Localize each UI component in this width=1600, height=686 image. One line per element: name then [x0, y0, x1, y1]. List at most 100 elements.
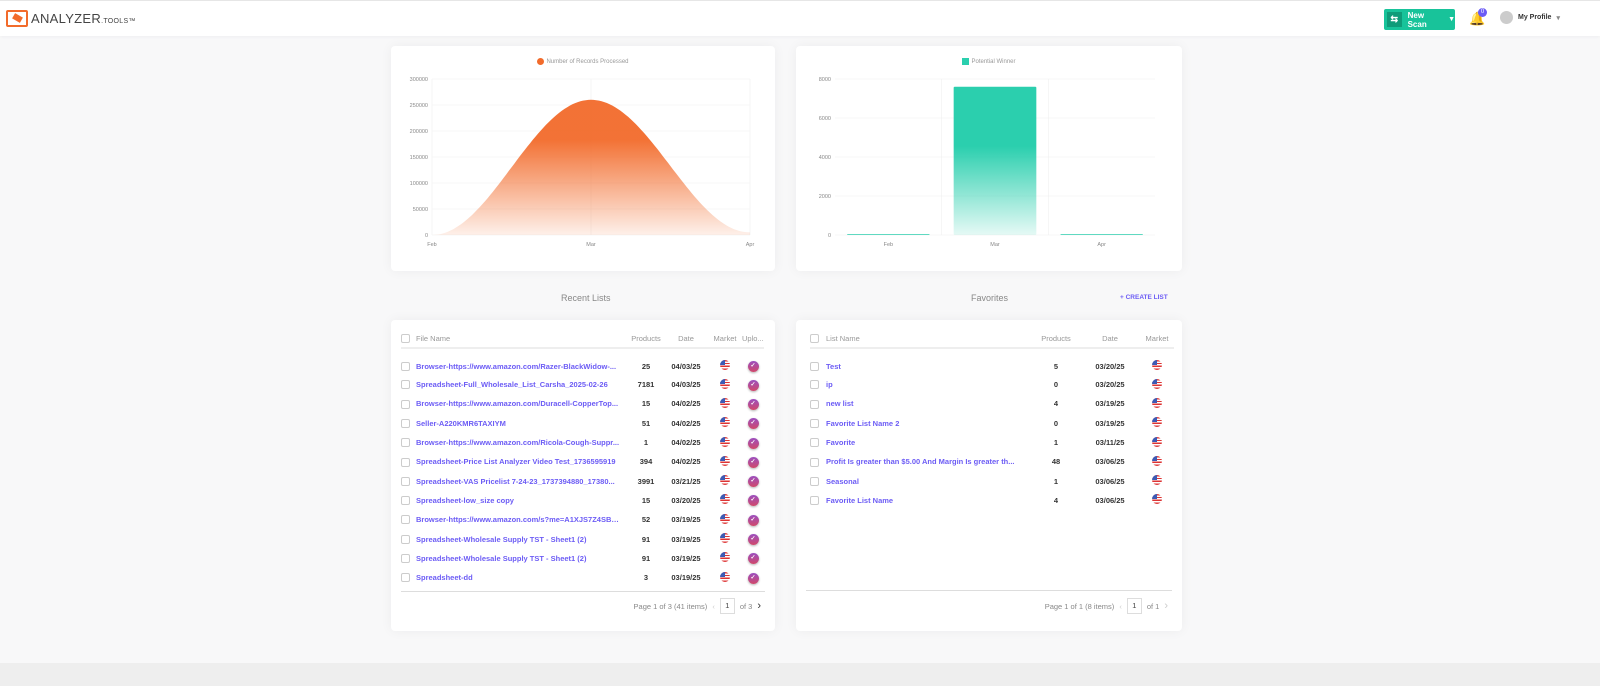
list-name-link[interactable]: Seasonal [826, 471, 1032, 490]
col-market[interactable]: Market [1140, 330, 1174, 349]
row-checkbox[interactable] [401, 529, 416, 548]
table-row[interactable]: Spreadsheet-VAS Pricelist 7-24-23_173739… [401, 471, 764, 490]
list-name[interactable]: Favorite List Name 2 [826, 419, 1018, 428]
list-name-link[interactable]: ip [826, 375, 1032, 394]
col-file-name[interactable]: File Name [416, 330, 628, 349]
list-name-link[interactable]: Spreadsheet-Wholesale Supply TST - Sheet… [416, 549, 628, 568]
row-checkbox[interactable] [401, 394, 416, 413]
row-checkbox[interactable] [810, 394, 826, 413]
row-checkbox[interactable] [810, 375, 826, 394]
select-all-checkbox[interactable] [401, 330, 416, 349]
list-name-link[interactable]: Profit Is greater than $5.00 And Margin … [826, 452, 1032, 471]
row-checkbox[interactable] [810, 452, 826, 471]
list-name[interactable]: new list [826, 399, 1018, 408]
list-name-link[interactable]: Spreadsheet-Price List Analyzer Video Te… [416, 452, 628, 471]
list-name-link[interactable]: Favorite [826, 433, 1032, 452]
row-checkbox[interactable] [401, 375, 416, 394]
list-name[interactable]: Test [826, 362, 1018, 371]
table-row[interactable]: Profit Is greater than $5.00 And Margin … [810, 452, 1174, 471]
prev-page-icon[interactable]: ‹ [1119, 602, 1122, 611]
table-row[interactable]: Seller-A220KMR6TAXIYM 51 04/02/25 ✓ [401, 414, 764, 433]
list-name[interactable]: Profit Is greater than $5.00 And Margin … [826, 457, 1018, 466]
col-date[interactable]: Date [664, 330, 708, 349]
list-name[interactable]: Spreadsheet-VAS Pricelist 7-24-23_173739… [416, 477, 621, 486]
row-checkbox[interactable] [401, 414, 416, 433]
list-name-link[interactable]: Browser-https://www.amazon.com/s?me=A1XJ… [416, 510, 628, 529]
next-page-icon[interactable]: › [757, 600, 761, 612]
row-checkbox[interactable] [810, 348, 826, 375]
list-name-link[interactable]: Spreadsheet-VAS Pricelist 7-24-23_173739… [416, 471, 628, 490]
create-list-button[interactable]: + CREATE LIST [1120, 294, 1168, 301]
list-name[interactable]: Favorite [826, 438, 1018, 447]
col-date[interactable]: Date [1080, 330, 1140, 349]
row-checkbox[interactable] [401, 348, 416, 375]
row-checkbox[interactable] [401, 549, 416, 568]
row-checkbox[interactable] [401, 568, 416, 587]
list-name-link[interactable]: Spreadsheet-Wholesale Supply TST - Sheet… [416, 529, 628, 548]
page-input[interactable]: 1 [1126, 598, 1142, 614]
profile-menu[interactable]: My Profile ▾ [1500, 11, 1560, 24]
list-name[interactable]: Browser-https://www.amazon.com/Razer-Bla… [416, 362, 621, 371]
table-row[interactable]: Test 5 03/20/25 [810, 348, 1174, 375]
list-name-link[interactable]: Seller-A220KMR6TAXIYM [416, 414, 628, 433]
table-row[interactable]: Browser-https://www.amazon.com/Duracell-… [401, 394, 764, 413]
list-name[interactable]: Browser-https://www.amazon.com/s?me=A1XJ… [416, 515, 621, 524]
table-row[interactable]: Browser-https://www.amazon.com/s?me=A1XJ… [401, 510, 764, 529]
list-name-link[interactable]: Favorite List Name [826, 491, 1032, 510]
logo[interactable]: ANALYZER.TOOLS™ [6, 10, 136, 27]
table-row[interactable]: Browser-https://www.amazon.com/Ricola-Co… [401, 433, 764, 452]
list-name[interactable]: Spreadsheet-Wholesale Supply TST - Sheet… [416, 535, 621, 544]
row-checkbox[interactable] [810, 433, 826, 452]
row-checkbox[interactable] [810, 491, 826, 510]
table-row[interactable]: Spreadsheet-Wholesale Supply TST - Sheet… [401, 529, 764, 548]
table-row[interactable]: Browser-https://www.amazon.com/Razer-Bla… [401, 348, 764, 375]
table-row[interactable]: Favorite List Name 4 03/06/25 [810, 491, 1174, 510]
list-name[interactable]: Favorite List Name [826, 496, 1018, 505]
table-row[interactable]: new list 4 03/19/25 [810, 394, 1174, 413]
list-name[interactable]: Seasonal [826, 477, 1018, 486]
list-name[interactable]: Browser-https://www.amazon.com/Duracell-… [416, 399, 621, 408]
list-name[interactable]: Spreadsheet-Price List Analyzer Video Te… [416, 457, 621, 466]
table-row[interactable]: ip 0 03/20/25 [810, 375, 1174, 394]
list-name-link[interactable]: new list [826, 394, 1032, 413]
col-upload[interactable]: Uplo... [742, 330, 764, 349]
table-row[interactable]: Spreadsheet-Price List Analyzer Video Te… [401, 452, 764, 471]
list-name-link[interactable]: Browser-https://www.amazon.com/Duracell-… [416, 394, 628, 413]
list-name-link[interactable]: Spreadsheet-dd [416, 568, 628, 587]
col-products[interactable]: Products [628, 330, 664, 349]
row-checkbox[interactable] [401, 491, 416, 510]
table-row[interactable]: Favorite List Name 2 0 03/19/25 [810, 414, 1174, 433]
list-name-link[interactable]: Spreadsheet-low_size copy [416, 491, 628, 510]
row-checkbox[interactable] [810, 414, 826, 433]
row-checkbox[interactable] [401, 471, 416, 490]
page-input[interactable]: 1 [719, 598, 735, 614]
row-checkbox[interactable] [810, 471, 826, 490]
list-name-link[interactable]: Browser-https://www.amazon.com/Ricola-Co… [416, 433, 628, 452]
list-name[interactable]: Spreadsheet-Wholesale Supply TST - Sheet… [416, 554, 621, 563]
table-row[interactable]: Spreadsheet-Wholesale Supply TST - Sheet… [401, 549, 764, 568]
select-all-checkbox[interactable] [810, 330, 826, 349]
row-checkbox[interactable] [401, 510, 416, 529]
col-market[interactable]: Market [708, 330, 742, 349]
list-name[interactable]: Spreadsheet-Full_Wholesale_List_Carsha_2… [416, 380, 621, 389]
row-checkbox[interactable] [401, 433, 416, 452]
new-scan-button[interactable]: ⇆ New Scan ▼ [1384, 9, 1455, 30]
row-checkbox[interactable] [401, 452, 416, 471]
table-row[interactable]: Favorite 1 03/11/25 [810, 433, 1174, 452]
col-list-name[interactable]: List Name [826, 330, 1032, 349]
list-name[interactable]: Seller-A220KMR6TAXIYM [416, 419, 621, 428]
col-products[interactable]: Products [1032, 330, 1080, 349]
prev-page-icon[interactable]: ‹ [712, 602, 715, 611]
list-name-link[interactable]: Browser-https://www.amazon.com/Razer-Bla… [416, 348, 628, 375]
list-name[interactable]: Browser-https://www.amazon.com/Ricola-Co… [416, 438, 621, 447]
list-name[interactable]: Spreadsheet-dd [416, 573, 621, 582]
list-name[interactable]: ip [826, 380, 1018, 389]
list-name-link[interactable]: Test [826, 348, 1032, 375]
list-name-link[interactable]: Spreadsheet-Full_Wholesale_List_Carsha_2… [416, 375, 628, 394]
next-page-icon[interactable]: › [1164, 600, 1168, 612]
table-row[interactable]: Spreadsheet-dd 3 03/19/25 ✓ [401, 568, 764, 587]
list-name-link[interactable]: Favorite List Name 2 [826, 414, 1032, 433]
list-name[interactable]: Spreadsheet-low_size copy [416, 496, 621, 505]
table-row[interactable]: Spreadsheet-low_size copy 15 03/20/25 ✓ [401, 491, 764, 510]
table-row[interactable]: Spreadsheet-Full_Wholesale_List_Carsha_2… [401, 375, 764, 394]
